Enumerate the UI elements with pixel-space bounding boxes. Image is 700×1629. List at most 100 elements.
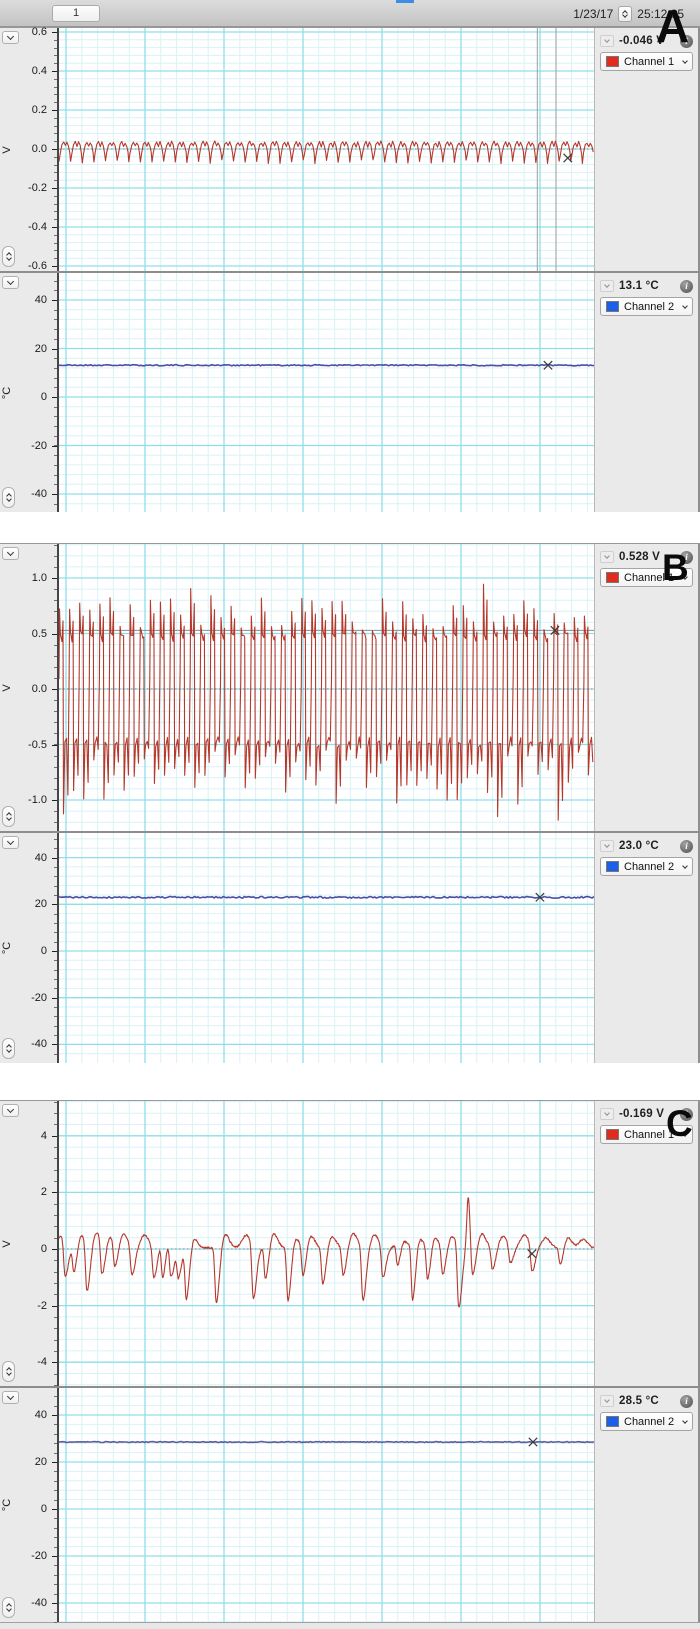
chevron-down-icon (604, 282, 610, 288)
info-icon[interactable]: i (680, 279, 693, 293)
axis-tick-label: -2 (37, 1300, 47, 1312)
waveform-svg (59, 544, 594, 831)
axis-tick-label: -0.4 (28, 221, 47, 233)
axis-tick-label: 40 (34, 294, 47, 306)
channel-value-label: 28.5 °C (619, 1395, 659, 1407)
panel-label-c: C (666, 1103, 693, 1144)
axis-minor-tick (54, 1622, 57, 1623)
panel-label-b: B (662, 547, 689, 588)
chevron-down-icon (6, 1392, 15, 1401)
date-label: 1/23/17 (573, 6, 614, 21)
horizontal-scrollbar[interactable] (0, 1622, 700, 1629)
waveform-svg (59, 1388, 594, 1622)
stepper-down-icon (5, 1047, 12, 1053)
axis-tick-label: -40 (31, 488, 47, 500)
cursor-x-marker (527, 1249, 537, 1259)
info-icon[interactable]: i (680, 1394, 693, 1408)
channel-value-label: 0.528 V (619, 551, 661, 563)
chart-plot-area[interactable] (57, 28, 594, 271)
axis-tick-label: 20 (34, 898, 47, 910)
axis-menu-chevron-button[interactable] (2, 836, 19, 849)
panel-c: C V 4 2 0 -2 -4 -0.169 V i Channel 1 °C … (0, 1100, 700, 1623)
waveform-svg (59, 28, 594, 271)
channel-dropdown[interactable]: Channel 2 (600, 857, 693, 876)
chart-plot-area[interactable] (57, 273, 594, 512)
axis-menu-chevron-button[interactable] (2, 276, 19, 289)
channel-value-row: 28.5 °C i (600, 1394, 693, 1408)
y-axis-ticks: 0.6 0.4 0.2 0.0 -0.2 -0.4 -0.6 (0, 26, 57, 272)
channel-color-swatch (606, 56, 619, 67)
chevron-down-icon (604, 37, 610, 43)
scale-stepper[interactable] (2, 246, 15, 267)
chevron-down-icon (6, 548, 15, 557)
channel-dropdown[interactable]: Channel 1 (600, 52, 693, 71)
panel-c-channel-1-strip: V 4 2 0 -2 -4 -0.169 V i Channel 1 (0, 1100, 700, 1386)
waveform-svg (59, 1101, 594, 1386)
scale-stepper[interactable] (2, 1361, 15, 1382)
axis-tick-label: 0 (40, 1243, 47, 1255)
axis-tick-label: 2 (40, 1186, 47, 1198)
axis-tick-label: 0.5 (31, 628, 47, 640)
panel-a: A V 0.6 0.4 0.2 0.0 -0.2 -0.4 -0.6 -0.046 V i … (0, 3, 700, 512)
axis-tick-label: 0.2 (31, 104, 47, 116)
chart-plot-area[interactable] (57, 1388, 594, 1622)
value-menu-chevron-button[interactable] (600, 35, 614, 47)
channel-header: 28.5 °C i Channel 2 (594, 1388, 700, 1622)
axis-tick-label: -20 (31, 992, 47, 1004)
axis-tick-label: -40 (31, 1038, 47, 1050)
chart-plot-area[interactable] (57, 1101, 594, 1386)
chevron-down-icon (604, 1110, 610, 1116)
stepper-down-icon (5, 815, 12, 821)
axis-menu-chevron-button[interactable] (2, 547, 19, 560)
stepper-down-icon (5, 255, 12, 261)
value-menu-chevron-button[interactable] (600, 280, 614, 292)
axis-tick-label: 0.4 (31, 65, 47, 77)
scale-stepper[interactable] (2, 1038, 15, 1059)
channel-value-row: 13.1 °C i (600, 279, 693, 293)
panel-b: B V 1.0 0.5 0.0 -0.5 -1.0 0.528 V i Channel … (0, 543, 700, 1063)
axis-tick-label: 1.0 (31, 572, 47, 584)
channel-name-label: Channel 2 (624, 300, 675, 313)
y-axis-gutter: V 0.6 0.4 0.2 0.0 -0.2 -0.4 -0.6 (0, 26, 57, 272)
channel-name-label: Channel 2 (624, 860, 675, 873)
value-menu-chevron-button[interactable] (600, 1395, 614, 1407)
channel-value-row: 23.0 °C i (600, 839, 693, 853)
chevron-down-icon (6, 32, 15, 41)
channel-dropdown[interactable]: Channel 2 (600, 1412, 693, 1431)
axis-tick-label: -1.0 (28, 794, 47, 806)
value-menu-chevron-button[interactable] (600, 840, 614, 852)
axis-menu-chevron-button[interactable] (2, 1391, 19, 1404)
y-axis-gutter: V 4 2 0 -2 -4 (0, 1101, 57, 1386)
scale-stepper[interactable] (2, 1597, 15, 1618)
channel-value-label: -0.169 V (619, 1108, 665, 1120)
chevron-down-icon (604, 553, 610, 559)
page-number-button[interactable]: 1 (52, 5, 100, 22)
value-menu-chevron-button[interactable] (600, 1108, 614, 1120)
panel-b-channel-2-strip: °C 40 20 0 -20 -40 23.0 °C i Channel 2 (0, 831, 700, 1063)
channel-color-swatch (606, 1416, 619, 1427)
y-axis-ticks: 1.0 0.5 0.0 -0.5 -1.0 (0, 544, 57, 831)
chart-plot-area[interactable] (57, 833, 594, 1063)
scale-stepper[interactable] (2, 806, 15, 827)
info-icon[interactable]: i (680, 839, 693, 853)
y-axis-gutter: °C 40 20 0 -20 -40 (0, 1388, 57, 1623)
value-menu-chevron-button[interactable] (600, 551, 614, 563)
dropdown-chevron-icon (682, 1417, 688, 1424)
axis-tick-label: 0.6 (31, 26, 47, 38)
axis-menu-chevron-button[interactable] (2, 1104, 19, 1117)
dropdown-chevron-icon (682, 57, 688, 64)
axis-menu-chevron-button[interactable] (2, 31, 19, 44)
axis-tick-label: 0 (40, 1503, 47, 1515)
scale-stepper[interactable] (2, 487, 15, 508)
chart-plot-area[interactable] (57, 544, 594, 831)
axis-tick-label: -0.2 (28, 182, 47, 194)
time-stepper[interactable] (618, 5, 633, 22)
channel-color-swatch (606, 861, 619, 872)
panel-label-a: A (656, 0, 690, 52)
panel-a-channel-1-strip: V 0.6 0.4 0.2 0.0 -0.2 -0.4 -0.6 -0.046 V i Ch… (0, 26, 700, 272)
channel-name-label: Channel 2 (624, 1415, 675, 1428)
waveform-svg (59, 273, 594, 512)
panel-c-channel-2-strip: °C 40 20 0 -20 -40 28.5 °C i Channel 2 (0, 1386, 700, 1623)
channel-dropdown[interactable]: Channel 2 (600, 297, 693, 316)
y-axis-gutter: °C 40 20 0 -20 -40 (0, 833, 57, 1063)
